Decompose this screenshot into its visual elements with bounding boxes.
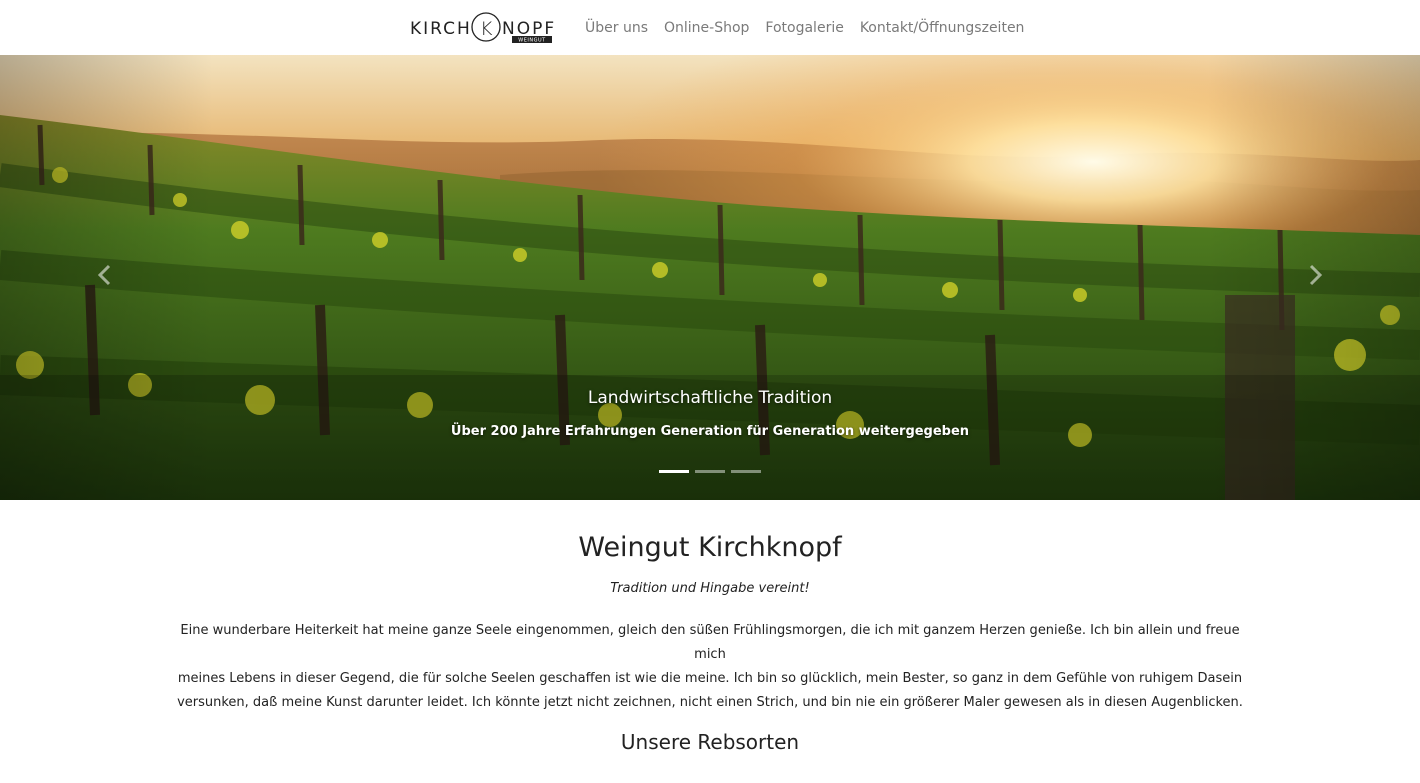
nav-item-kontakt[interactable]: Kontakt/Öffnungszeiten xyxy=(860,20,1025,36)
nav-item-online-shop[interactable]: Online-Shop xyxy=(664,20,749,36)
nav-item-ueber-uns[interactable]: Über uns xyxy=(585,20,648,36)
carousel-caption-title: Landwirtschaftliche Tradition xyxy=(587,388,833,408)
logo-monogram: K xyxy=(480,18,493,40)
navbar: KIRCH K NOPF WEINGUT Über uns Online-Sho… xyxy=(0,0,1420,55)
carousel-prev-button[interactable] xyxy=(74,245,134,305)
carousel-indicator-3[interactable] xyxy=(731,470,761,473)
logo-text-left: KIRCH xyxy=(410,19,472,39)
intro-paragraph: Eine wunderbare Heiterkeit hat meine gan… xyxy=(166,619,1254,715)
main-navigation: Über uns Online-Shop Fotogalerie Kontakt… xyxy=(585,0,1024,55)
carousel-caption-text: Über 200 Jahre Erfahrungen Generation fü… xyxy=(450,424,970,439)
page-subtitle: Tradition und Hingabe vereint! xyxy=(610,581,810,596)
intro-line-2: meines Lebens in dieser Gegend, die für … xyxy=(177,671,1243,686)
brand-logo[interactable]: KIRCH K NOPF WEINGUT xyxy=(410,11,562,44)
intro-line-3: versunken, daß meine Kunst darunter leid… xyxy=(177,695,1243,710)
chevron-left-icon xyxy=(97,264,111,286)
nav-item-fotogalerie[interactable]: Fotogalerie xyxy=(765,20,843,36)
intro-line-1: Eine wunderbare Heiterkeit hat meine gan… xyxy=(180,623,1240,662)
logo-graphic: KIRCH K NOPF WEINGUT xyxy=(410,12,554,44)
section-title-rebsorten: Unsere Rebsorten xyxy=(620,730,800,754)
carousel-indicator-2[interactable] xyxy=(695,470,725,473)
logo-sub: WEINGUT xyxy=(518,38,546,44)
carousel-indicator-1[interactable] xyxy=(659,470,689,473)
carousel-indicators xyxy=(659,470,761,473)
chevron-right-icon xyxy=(1309,264,1323,286)
carousel-next-button[interactable] xyxy=(1286,245,1346,305)
hero-carousel: Landwirtschaftliche Tradition Über 200 J… xyxy=(0,55,1420,500)
page-title: Weingut Kirchknopf xyxy=(578,532,842,563)
